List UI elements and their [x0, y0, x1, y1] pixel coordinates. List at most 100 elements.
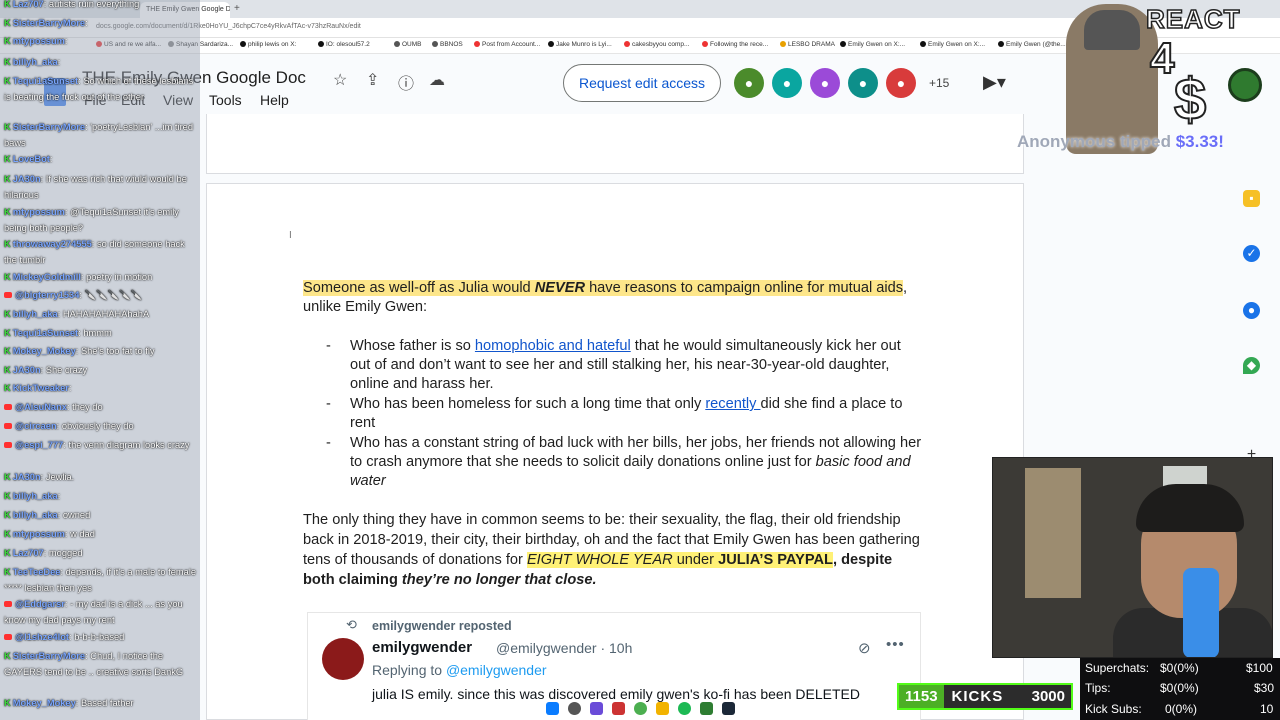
- info-icon[interactable]: ⓘ: [398, 70, 414, 94]
- paragraph-line[interactable]: unlike Emily Gwen:: [303, 298, 427, 318]
- bookmark-item[interactable]: Emily Gwen on X:...: [840, 41, 905, 48]
- steam-icon[interactable]: [722, 702, 735, 715]
- collaborator-avatar[interactable]: ●: [734, 68, 764, 98]
- new-tab-button[interactable]: +: [234, 3, 240, 14]
- bookmark-item[interactable]: Emily Gwen on X:...: [920, 41, 985, 48]
- bullet-line[interactable]: out of and don’t want to see her and sti…: [350, 356, 890, 376]
- chat-username[interactable]: @circaen: [15, 421, 57, 431]
- paragraph-line[interactable]: tens of thousands of donations for EIGHT…: [303, 551, 892, 571]
- chat-username[interactable]: TeeTeeDee: [13, 567, 61, 577]
- app-icon[interactable]: [590, 702, 603, 715]
- chat-username[interactable]: @l1shze4lot: [15, 632, 69, 642]
- bullet-line[interactable]: Who has been homeless for such a long ti…: [350, 395, 902, 415]
- bookmark-item[interactable]: BBNOS: [432, 41, 463, 48]
- chat-username[interactable]: SisterBarryMore: [13, 651, 85, 661]
- chat-message: K JA30n: Jewlia.: [4, 472, 75, 482]
- collaborator-avatar[interactable]: ●: [772, 68, 802, 98]
- contacts-icon[interactable]: ●: [1243, 302, 1260, 319]
- link-homophobic[interactable]: homophobic and hateful: [475, 338, 631, 354]
- chat-username[interactable]: Mokey_Mokey: [13, 698, 76, 708]
- request-edit-access-button[interactable]: Request edit access: [563, 64, 721, 102]
- chat-username[interactable]: billyh_aka: [13, 57, 58, 67]
- bookmark-item[interactable]: LESBO DRAMA: [780, 41, 835, 48]
- bookmark-item[interactable]: IO: olesoul57.2: [318, 41, 370, 48]
- chat-username[interactable]: throwaway274555: [13, 239, 92, 249]
- folder-icon[interactable]: [656, 702, 669, 715]
- chat-username[interactable]: Mokey_Mokey: [13, 346, 76, 356]
- chat-username[interactable]: Laz707: [13, 548, 44, 558]
- paragraph-line[interactable]: Someone as well-off as Julia would NEVER…: [303, 279, 907, 299]
- windows-start-icon[interactable]: [546, 702, 559, 715]
- bookmark-item[interactable]: Jake Munro is Lyi...: [548, 41, 612, 48]
- repost-icon: ⟲: [346, 617, 357, 632]
- more-options-icon[interactable]: •••: [886, 636, 905, 653]
- chat-username[interactable]: SisterBarryMore: [13, 122, 85, 132]
- paragraph-line[interactable]: both claiming they’re no longer that clo…: [303, 571, 597, 591]
- maps-icon[interactable]: ◆: [1243, 357, 1260, 374]
- more-collaborators-count[interactable]: +15: [929, 76, 949, 90]
- chat-username[interactable]: Tequi1aSunset: [13, 76, 78, 86]
- bullet-line[interactable]: Whose father is so homophobic and hatefu…: [350, 337, 901, 357]
- chat-username[interactable]: billyh_aka: [13, 491, 58, 501]
- bullet-line[interactable]: Who has a constant string of bad luck wi…: [350, 434, 921, 454]
- bullet-line[interactable]: online and harass her.: [350, 375, 494, 395]
- tweet-avatar[interactable]: [322, 638, 364, 680]
- chat-username[interactable]: mtypossum: [13, 529, 65, 539]
- chat-message: K SisterBarryMore:: [4, 18, 88, 28]
- paragraph-line[interactable]: The only thing they have in common seems…: [303, 511, 901, 531]
- youtube-badge-icon: [4, 423, 12, 429]
- chat-username[interactable]: @Eddgarsr: [15, 599, 65, 609]
- move-icon[interactable]: ⇪: [366, 70, 379, 90]
- collaborator-avatar[interactable]: ●: [848, 68, 878, 98]
- kick-badge-icon: K: [4, 651, 11, 661]
- chat-username[interactable]: mtypossum: [13, 36, 65, 46]
- bookmark-item[interactable]: philip lewis on X:: [240, 41, 296, 48]
- search-icon[interactable]: [568, 702, 581, 715]
- bookmark-item[interactable]: Following the rece...: [702, 41, 768, 48]
- bookmark-item[interactable]: OUMB: [394, 41, 422, 48]
- grok-icon[interactable]: ⊘: [858, 639, 871, 657]
- profile-avatar[interactable]: [1228, 68, 1262, 102]
- bullet-line[interactable]: to crash anymore that she needs to solic…: [350, 453, 911, 473]
- chat-username[interactable]: @AisuNanx: [15, 402, 67, 412]
- link-recently[interactable]: recently: [705, 396, 760, 412]
- spotify-icon[interactable]: [678, 702, 691, 715]
- chat-username[interactable]: LoveBot: [13, 154, 50, 164]
- chat-username[interactable]: Tequi1aSunset: [13, 328, 78, 338]
- chat-username[interactable]: KickTweaker: [13, 383, 69, 393]
- chat-username[interactable]: billyh_aka: [13, 510, 58, 520]
- chat-username[interactable]: @espi_777: [15, 440, 63, 450]
- chat-username[interactable]: MickeyGoldmill: [13, 272, 81, 282]
- tweet-reply-link[interactable]: @emilygwender: [446, 662, 547, 678]
- bookmark-item[interactable]: Post from Account...: [474, 41, 540, 48]
- bullet-line[interactable]: rent: [350, 414, 375, 434]
- chrome-icon[interactable]: [634, 702, 647, 715]
- menu-help[interactable]: Help: [260, 92, 289, 108]
- paragraph-line[interactable]: back in 2018-2019, their city, their bir…: [303, 531, 920, 551]
- bookmark-item[interactable]: Emily Gwen (@the...: [998, 41, 1066, 48]
- chat-username[interactable]: mtypossum: [13, 207, 65, 217]
- chat-username[interactable]: billyh_aka: [13, 309, 58, 319]
- chat-message: K Tequi1aSunset: hmmm: [4, 328, 112, 338]
- chat-username[interactable]: Laz707: [13, 0, 44, 9]
- xbox-icon[interactable]: [700, 702, 713, 715]
- chat-username[interactable]: JA30n: [13, 365, 41, 375]
- chat-username[interactable]: @bigterry1534: [15, 290, 79, 300]
- keep-icon[interactable]: ▪: [1243, 190, 1260, 207]
- tasks-icon[interactable]: ✓: [1243, 245, 1260, 262]
- bookmark-item[interactable]: cakesbyyou comp...: [624, 41, 689, 48]
- chat-username[interactable]: SisterBarryMore: [13, 18, 85, 28]
- video-icon[interactable]: ▶▾: [983, 72, 1006, 93]
- chat-username[interactable]: JA30n: [13, 472, 41, 482]
- star-icon[interactable]: ☆: [333, 70, 347, 90]
- menu-tools[interactable]: Tools: [209, 92, 242, 108]
- collaborator-avatar[interactable]: ●: [810, 68, 840, 98]
- app-icon[interactable]: [612, 702, 625, 715]
- stat-label: Tips:: [1085, 681, 1111, 695]
- tweet-display-name[interactable]: emilygwender: [372, 639, 472, 656]
- collaborator-avatar[interactable]: ●: [886, 68, 916, 98]
- bullet-line[interactable]: water: [350, 472, 386, 492]
- chat-username[interactable]: JA30n: [13, 174, 41, 184]
- tweet-body: julia IS emily. since this was discovere…: [372, 686, 860, 702]
- cloud-icon[interactable]: ☁: [429, 70, 445, 90]
